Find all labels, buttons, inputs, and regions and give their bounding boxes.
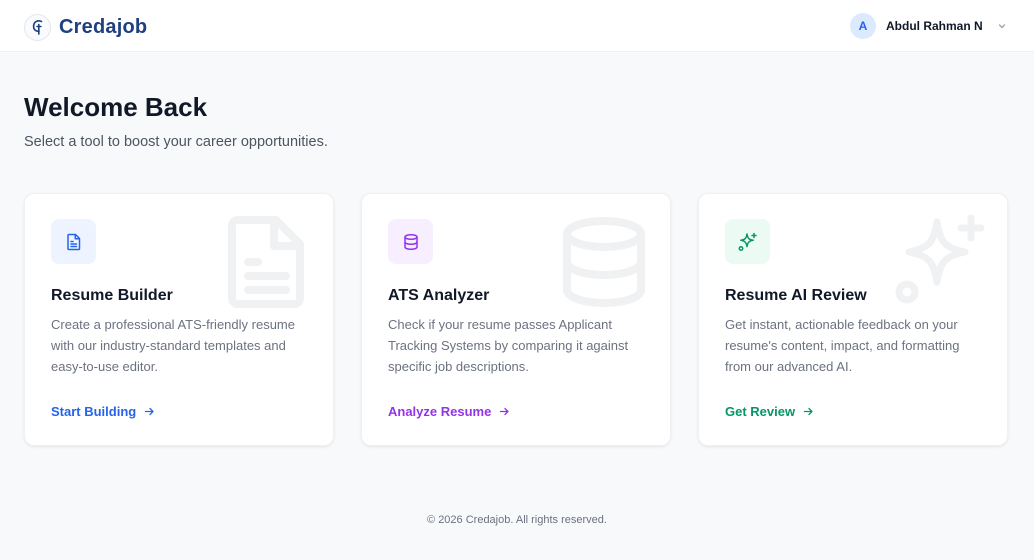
get-review-link[interactable]: Get Review: [725, 404, 814, 419]
card-description: Get instant, actionable feedback on your…: [725, 317, 960, 374]
page-subtitle: Select a tool to boost your career oppor…: [24, 134, 328, 150]
card-title: ATS Analyzer: [388, 287, 490, 304]
top-navbar: Credajob A Abdul Rahman N: [0, 0, 1034, 52]
card-link-label: Start Building: [51, 404, 137, 419]
chevron-down-icon: [997, 21, 1007, 31]
document-watermark-icon: [228, 216, 306, 313]
card-link-label: Get Review: [725, 404, 796, 419]
card-title: Resume Builder: [51, 287, 173, 304]
footer-copyright: © 2026 Credajob. All rights reserved.: [427, 514, 607, 526]
sparkles-icon: [725, 219, 770, 264]
database-icon: [388, 219, 433, 264]
resume-ai-review-card: Resume AI Review Get instant, actionable…: [698, 193, 1008, 446]
database-watermark-icon: [561, 216, 647, 313]
sparkles-watermark-icon: [893, 214, 987, 313]
arrow-right-icon: [499, 406, 510, 417]
resume-builder-card: Resume Builder Create a professional ATS…: [24, 193, 334, 446]
brand-name: Credajob: [59, 15, 148, 38]
card-description: Create a professional ATS-friendly resum…: [51, 317, 295, 374]
document-icon: [51, 219, 96, 264]
ats-analyzer-card: ATS Analyzer Check if your resume passes…: [361, 193, 671, 446]
user-name: Abdul Rahman N: [886, 19, 983, 33]
card-title: Resume AI Review: [725, 287, 867, 304]
analyze-resume-link[interactable]: Analyze Resume: [388, 404, 510, 419]
credajob-logo-icon: [24, 13, 51, 41]
arrow-right-icon: [144, 406, 155, 417]
avatar: A: [850, 13, 876, 39]
brand[interactable]: Credajob: [24, 13, 147, 41]
user-menu[interactable]: A Abdul Rahman N: [850, 13, 1007, 39]
start-building-link[interactable]: Start Building: [51, 404, 155, 419]
card-description: Check if your resume passes Applicant Tr…: [388, 317, 629, 374]
card-link-label: Analyze Resume: [388, 404, 492, 419]
arrow-right-icon: [803, 406, 814, 417]
page-title: Welcome Back: [24, 92, 208, 122]
